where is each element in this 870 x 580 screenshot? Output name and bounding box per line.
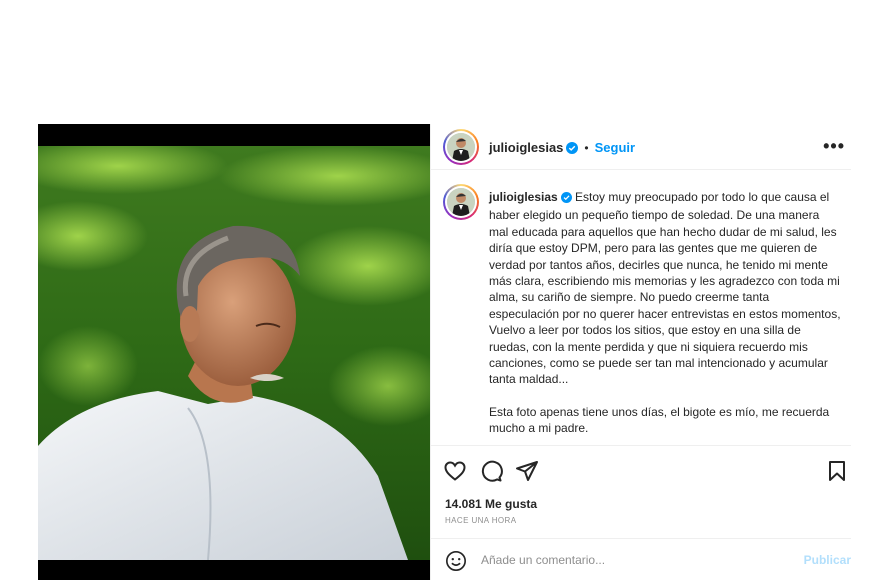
author-username[interactable]: julioiglesias xyxy=(489,140,563,155)
comment-input[interactable] xyxy=(481,549,781,571)
publish-button[interactable]: Publicar xyxy=(804,553,851,567)
action-bar xyxy=(431,454,851,488)
follow-button[interactable]: Seguir xyxy=(595,140,635,155)
heart-icon[interactable] xyxy=(443,459,467,483)
post-photo xyxy=(38,146,430,560)
caption-area: julioiglesias Estoy muy preocupado por t… xyxy=(431,170,851,446)
comment-icon[interactable] xyxy=(479,459,503,483)
caption-text-2: Esta foto apenas tiene unos días, el big… xyxy=(489,404,830,436)
caption-text-1: Estoy muy preocupado por todo lo que cau… xyxy=(489,190,841,387)
separator-dot: • xyxy=(584,141,589,155)
post-media[interactable] xyxy=(38,124,430,580)
avatar-photo xyxy=(447,133,475,161)
post-caption: julioiglesias Estoy muy preocupado por t… xyxy=(489,189,841,437)
post-header: julioiglesias • Seguir ••• xyxy=(431,124,851,170)
emoji-icon[interactable] xyxy=(445,550,467,572)
post-side-panel: julioiglesias • Seguir ••• julioiglesias E… xyxy=(430,124,851,580)
share-icon[interactable] xyxy=(515,459,539,483)
bookmark-icon[interactable] xyxy=(825,459,849,483)
media-letterbox xyxy=(38,560,430,580)
instagram-post: julioiglesias • Seguir ••• julioiglesias E… xyxy=(38,124,851,580)
likes-count[interactable]: 14.081 Me gusta xyxy=(445,497,537,511)
caption-username[interactable]: julioiglesias xyxy=(489,190,558,204)
post-timestamp[interactable]: HACE UNA HORA xyxy=(445,516,516,525)
author-avatar[interactable] xyxy=(443,129,479,165)
avatar-photo xyxy=(447,188,475,216)
more-options-icon[interactable]: ••• xyxy=(823,136,845,157)
header-meta: julioiglesias • Seguir xyxy=(489,139,635,159)
caption-author-avatar[interactable] xyxy=(443,184,479,220)
comment-bar: Publicar xyxy=(431,538,851,580)
caption-paragraph: julioiglesias Estoy muy preocupado por t… xyxy=(489,189,841,388)
verified-badge-icon xyxy=(560,191,572,207)
verified-badge-icon xyxy=(566,141,579,159)
